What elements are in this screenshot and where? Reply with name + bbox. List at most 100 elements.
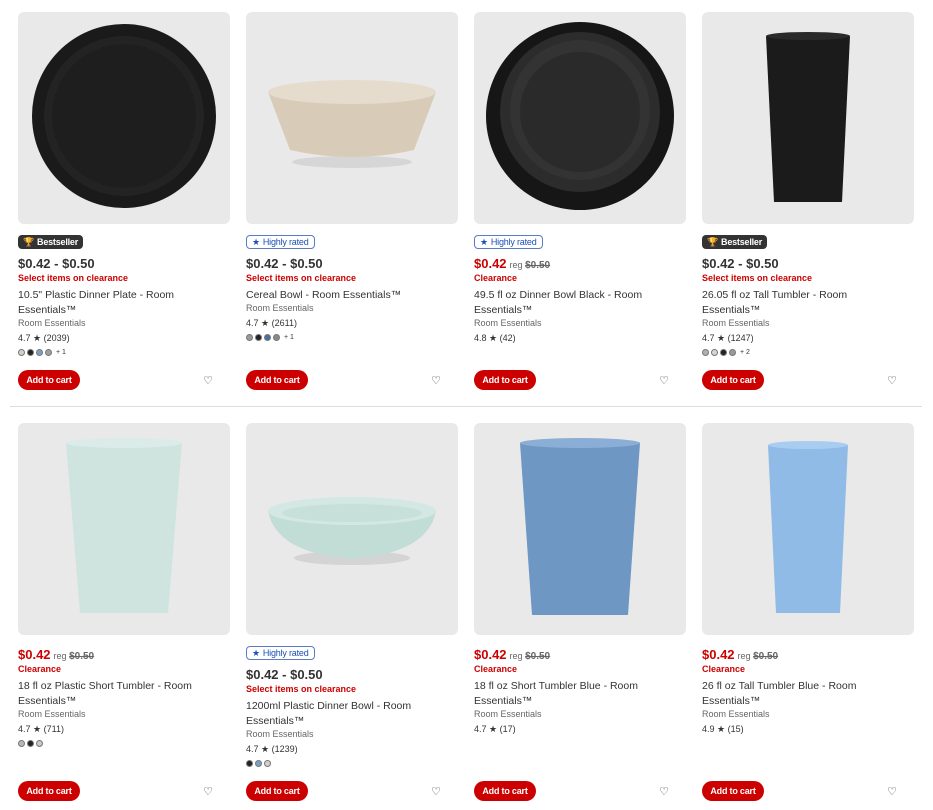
rating: 4.7 ★ (17) xyxy=(474,724,686,735)
color-swatch[interactable] xyxy=(246,333,253,341)
price-row: $0.42 reg $0.50 xyxy=(474,646,686,662)
add-to-cart-button[interactable]: Add to cart xyxy=(246,781,308,801)
product-card[interactable]: ★ Highly rated $0.42 reg $0.50 Clearance … xyxy=(474,12,686,344)
product-card[interactable]: $0.42 reg $0.50 Clearance 26 fl oz Tall T… xyxy=(702,423,914,735)
color-swatch[interactable] xyxy=(711,348,718,356)
product-card[interactable]: 🏆 Bestseller $0.42 - $0.50 Select items … xyxy=(702,12,914,357)
color-swatches: + 2 xyxy=(702,348,914,357)
color-swatch[interactable] xyxy=(255,333,262,341)
highly-rated-badge: ★ Highly rated xyxy=(246,646,315,660)
price-row: $0.42 reg $0.50 xyxy=(18,646,230,662)
product-title[interactable]: 26 fl oz Tall Tumbler Blue - Room Essent… xyxy=(702,679,907,709)
color-swatch[interactable] xyxy=(264,759,271,767)
more-colors[interactable]: + 1 xyxy=(56,349,66,356)
star-icon: ★ xyxy=(261,317,270,328)
price: $0.42 - $0.50 xyxy=(246,255,323,271)
heart-icon[interactable]: ♡ xyxy=(202,374,214,387)
bestseller-badge: 🏆 Bestseller xyxy=(18,235,84,249)
heart-icon[interactable]: ♡ xyxy=(886,374,898,387)
heart-icon[interactable]: ♡ xyxy=(658,374,670,387)
badge-label: Bestseller xyxy=(37,237,79,247)
review-count: (711) xyxy=(43,724,64,734)
color-swatch[interactable] xyxy=(273,333,280,341)
add-to-cart-button[interactable]: Add to cart xyxy=(702,370,764,390)
color-swatch[interactable] xyxy=(720,348,727,356)
trophy-icon: 🏆 xyxy=(707,236,719,247)
rating: 4.7 ★ (1247) xyxy=(702,333,914,344)
row-divider xyxy=(10,406,922,407)
price: $0.42 xyxy=(474,255,507,271)
more-colors[interactable]: + 1 xyxy=(284,334,294,341)
heart-icon[interactable]: ♡ xyxy=(658,785,670,798)
product-card[interactable]: $0.42 reg $0.50 Clearance 18 fl oz Plasti… xyxy=(18,423,230,748)
product-image[interactable] xyxy=(702,423,914,635)
promo-text: Select items on clearance xyxy=(246,272,357,283)
color-swatch[interactable] xyxy=(27,740,34,747)
add-to-cart-button[interactable]: Add to cart xyxy=(474,370,536,390)
trophy-icon: 🏆 xyxy=(23,236,35,247)
heart-icon[interactable]: ♡ xyxy=(430,785,442,798)
price: $0.42 - $0.50 xyxy=(18,255,95,271)
color-swatch[interactable] xyxy=(36,348,43,356)
star-icon: ★ xyxy=(489,724,498,734)
product-title[interactable]: Cereal Bowl - Room Essentials™ xyxy=(246,288,451,303)
color-swatch[interactable] xyxy=(264,333,271,341)
star-icon: ★ xyxy=(261,743,270,754)
product-card[interactable]: ★ Highly rated $0.42 - $0.50 Select item… xyxy=(246,12,458,342)
heart-icon[interactable]: ♡ xyxy=(430,374,442,387)
color-swatch[interactable] xyxy=(45,348,52,356)
product-image[interactable] xyxy=(702,12,914,224)
product-image[interactable] xyxy=(246,423,458,635)
product-title[interactable]: 1200ml Plastic Dinner Bowl - Room Essent… xyxy=(246,699,451,729)
price-row: $0.42 reg $0.50 xyxy=(474,255,686,271)
badge-label: Highly rated xyxy=(262,648,309,658)
product-image[interactable] xyxy=(474,12,686,224)
product-image[interactable] xyxy=(474,423,686,635)
rating-value: 4.8 xyxy=(474,332,487,343)
more-colors[interactable]: + 2 xyxy=(740,349,750,356)
color-swatch[interactable] xyxy=(36,740,43,747)
product-title[interactable]: 18 fl oz Short Tumbler Blue - Room Essen… xyxy=(474,679,679,709)
color-swatch[interactable] xyxy=(729,348,736,356)
product-title[interactable]: 26.05 fl oz Tall Tumbler - Room Essentia… xyxy=(702,288,907,318)
heart-icon[interactable]: ♡ xyxy=(886,785,898,798)
brand-name[interactable]: Room Essentials xyxy=(702,709,914,719)
rating: 4.7 ★ (2611) xyxy=(246,318,458,329)
product-title[interactable]: 10.5" Plastic Dinner Plate - Room Essent… xyxy=(18,288,223,318)
star-icon: ★ xyxy=(717,724,726,734)
brand-name[interactable]: Room Essentials xyxy=(18,318,230,328)
review-count: (2039) xyxy=(43,332,70,343)
color-swatch[interactable] xyxy=(246,759,253,767)
color-swatch[interactable] xyxy=(27,348,34,356)
add-to-cart-button[interactable]: Add to cart xyxy=(474,781,536,801)
color-swatches xyxy=(246,759,458,768)
star-icon: ★ xyxy=(252,236,260,247)
product-image[interactable] xyxy=(18,423,230,635)
color-swatch[interactable] xyxy=(255,759,262,767)
product-title[interactable]: 49.5 fl oz Dinner Bowl Black - Room Esse… xyxy=(474,288,679,318)
add-to-cart-button[interactable]: Add to cart xyxy=(702,781,764,801)
add-to-cart-button[interactable]: Add to cart xyxy=(18,370,80,390)
add-to-cart-button[interactable]: Add to cart xyxy=(246,370,308,390)
color-swatch[interactable] xyxy=(702,348,709,356)
product-title[interactable]: 18 fl oz Plastic Short Tumbler - Room Es… xyxy=(18,679,223,709)
brand-name[interactable]: Room Essentials xyxy=(246,729,458,739)
add-to-cart-button[interactable]: Add to cart xyxy=(18,781,80,801)
price: $0.42 xyxy=(702,647,735,662)
rating-value: 4.7 xyxy=(18,332,31,343)
brand-name[interactable]: Room Essentials xyxy=(246,303,458,313)
price-row: $0.42 - $0.50 xyxy=(246,666,458,682)
product-image[interactable] xyxy=(18,12,230,224)
brand-name[interactable]: Room Essentials xyxy=(18,709,230,719)
brand-name[interactable]: Room Essentials xyxy=(702,318,914,328)
color-swatch[interactable] xyxy=(18,740,25,747)
rating: 4.9 ★ (15) xyxy=(702,724,914,735)
brand-name[interactable]: Room Essentials xyxy=(474,318,686,328)
product-card[interactable]: $0.42 reg $0.50 Clearance 18 fl oz Short … xyxy=(474,423,686,735)
product-image[interactable] xyxy=(246,12,458,224)
color-swatch[interactable] xyxy=(18,348,25,356)
product-card[interactable]: 🏆 Bestseller $0.42 - $0.50 Select items … xyxy=(18,12,230,357)
brand-name[interactable]: Room Essentials xyxy=(474,709,686,719)
heart-icon[interactable]: ♡ xyxy=(202,785,214,798)
product-card[interactable]: ★ Highly rated $0.42 - $0.50 Select item… xyxy=(246,423,458,768)
